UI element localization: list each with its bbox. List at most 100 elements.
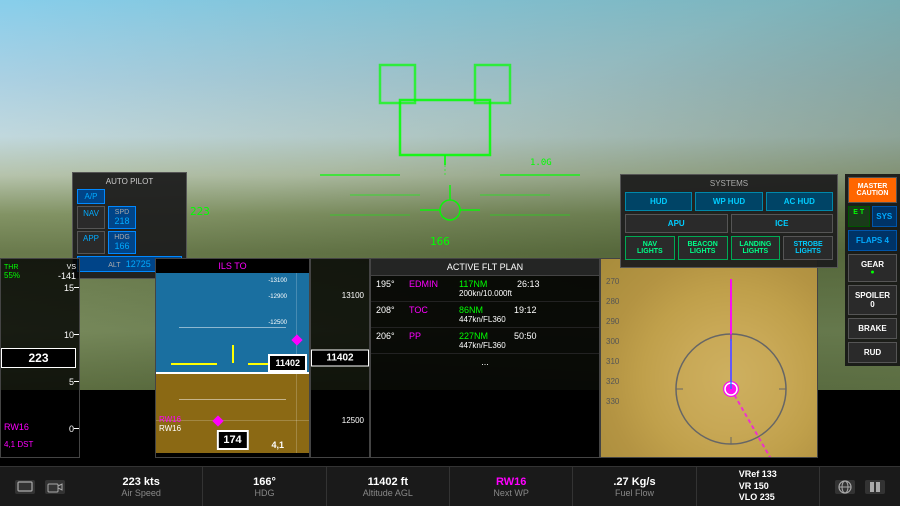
ai-alt-current: 11402: [268, 354, 307, 372]
flt-row-3: 206° PP 227NM 447kn/FL360 50:50: [371, 328, 599, 354]
hud-button[interactable]: HUD: [625, 192, 692, 211]
nextwp-stat: RW16 Next WP: [450, 467, 573, 506]
airspeed-value: 223 kts: [123, 476, 160, 488]
horizon-line: [156, 372, 309, 374]
attitude-indicator: ILS TO -13100 -12900 -12500 11402 174 RW…: [155, 258, 310, 458]
pitch-line-5: [179, 327, 286, 328]
camera-icon[interactable]: [45, 480, 65, 494]
flt-row-1: 195° EDMIN 117NM 200kn/10.000ft 26:13: [371, 276, 599, 302]
flt-wp-1: EDMIN: [409, 279, 454, 289]
fuelflow-label: Fuel Flow: [615, 488, 654, 498]
flt-speed-2: 447kn/FL360: [459, 315, 509, 324]
svg-text:270: 270: [606, 277, 620, 286]
dist-label: 4,1 DST: [4, 440, 33, 449]
spd-button[interactable]: SPD 218: [108, 206, 136, 229]
speed-mark-15: 15: [1, 283, 79, 293]
pause-icon[interactable]: [865, 480, 885, 494]
flt-time-1: 26:13: [517, 279, 540, 289]
hdg-button[interactable]: HDG 166: [108, 231, 136, 254]
flight-plan-panel: ACTIVE FLT PLAN 195° EDMIN 117NM 200kn/1…: [370, 258, 600, 458]
bottom-bar: 223 kts Air Speed 166° HDG 11402 ft Alti…: [0, 466, 900, 506]
map-background: 270 280 290 300 310 320 330: [601, 259, 817, 457]
sys-row-1: HUD WP HUD AC HUD: [625, 192, 833, 211]
flt-deg-2: 208°: [376, 305, 404, 315]
speed-mark-5: 5: [1, 377, 79, 387]
altitude-value: 11402 ft: [368, 476, 408, 488]
ai-speed-rw: RW16 RW16: [159, 415, 181, 433]
ai-wings-left: [171, 363, 217, 365]
landing-lights-button[interactable]: LANDING LIGHTS: [731, 236, 781, 260]
hdg-value: 166°: [253, 476, 276, 488]
map-svg: 270 280 290 300 310 320 330: [601, 259, 818, 458]
globe-icon[interactable]: [835, 480, 855, 494]
ai-hdg-current: 174: [216, 430, 248, 450]
flt-row-2: 208° TOC 86NM 447kn/FL360 19:12: [371, 302, 599, 328]
ai-nose: [232, 345, 234, 363]
display-icon[interactable]: [15, 480, 35, 494]
gear-button[interactable]: GEAR ●: [848, 254, 897, 282]
nextwp-value: RW16: [496, 476, 526, 488]
ap-button[interactable]: A/P: [77, 189, 105, 204]
alt-tape: 13100 12900 12500 11402: [310, 258, 370, 458]
speed-mark-10: 10: [1, 330, 79, 340]
spoiler-button[interactable]: SPOILER 0: [848, 285, 897, 315]
brake-button[interactable]: BRAKE: [848, 318, 897, 339]
systems-title: SYSTEMS: [625, 179, 833, 188]
svg-text:300: 300: [606, 337, 620, 346]
flt-time-3: 50:50: [514, 331, 537, 341]
apu-button[interactable]: APU: [625, 214, 728, 233]
fuelflow-value: .27 Kg/s: [613, 476, 655, 488]
flt-time-2: 19:12: [514, 305, 537, 315]
sys-row-2: APU ICE: [625, 214, 833, 233]
flt-dist-2: 86NM: [459, 305, 509, 315]
svg-text:290: 290: [606, 317, 620, 326]
sys-button[interactable]: SYS: [872, 206, 898, 227]
flt-speed-1: 200kn/10.000ft: [459, 289, 512, 298]
et-button[interactable]: E T: [848, 206, 870, 227]
nav-button[interactable]: NAV: [77, 206, 105, 229]
et-sys-group: E T SYS: [848, 206, 897, 227]
svg-text:330: 330: [606, 397, 620, 406]
flt-deg-1: 195°: [376, 279, 404, 289]
nextwp-label: Next WP: [493, 488, 529, 498]
ai-loc-dist: 4,1: [271, 440, 284, 450]
nav-lights-button[interactable]: NAV LIGHTS: [625, 236, 675, 260]
airspeed-stat: 223 kts Air Speed: [80, 467, 203, 506]
beacon-lights-button[interactable]: BEACON LIGHTS: [678, 236, 728, 260]
bottom-right-icons: [820, 480, 900, 494]
flt-dist-3: 227NM: [459, 331, 509, 341]
flt-dist-1: 117NM: [459, 279, 512, 289]
flt-dots: ...: [371, 354, 599, 370]
rud-button[interactable]: RUD: [848, 342, 897, 363]
systems-panel: SYSTEMS HUD WP HUD AC HUD APU ICE NAV LI…: [620, 174, 838, 268]
flt-plan-title: ACTIVE FLT PLAN: [371, 259, 599, 276]
alt-mark-3: 12500: [311, 416, 369, 425]
altitude-stat: 11402 ft Altitude AGL: [327, 467, 450, 506]
wp-hud-button[interactable]: WP HUD: [695, 192, 762, 211]
attitude-inner: -13100 -12900 -12500 11402 174 RW16 RW16…: [156, 273, 309, 453]
svg-text:320: 320: [606, 377, 620, 386]
alt-scale: -13100 -12900 -12500: [268, 278, 287, 326]
ac-hud-button[interactable]: AC HUD: [766, 192, 833, 211]
airspeed-label: Air Speed: [121, 488, 161, 498]
flt-wp-2: TOC: [409, 305, 454, 315]
strobe-lights-button[interactable]: STROBE LIGHTS: [783, 236, 833, 260]
rw-label: RW16: [4, 422, 29, 432]
flt-deg-3: 206°: [376, 331, 404, 341]
flaps-button[interactable]: FLAPS 4: [848, 230, 897, 251]
vref-value: VRef 133 VR 150 VLO 235: [739, 469, 777, 504]
svg-text:310: 310: [606, 357, 620, 366]
alt-current: 11402: [311, 350, 369, 367]
right-panel: MASTER CAUTION E T SYS FLAPS 4 GEAR ● SP…: [845, 174, 900, 366]
app-button[interactable]: APP: [77, 231, 105, 254]
vs-label: VS: [58, 264, 76, 271]
master-caution-button[interactable]: MASTER CAUTION: [848, 177, 897, 203]
svg-text:280: 280: [606, 297, 620, 306]
ice-button[interactable]: ICE: [731, 214, 834, 233]
pitch-line-neg5: [179, 399, 286, 400]
autopilot-title: AUTO PILOT: [77, 177, 182, 186]
sys-row-3: NAV LIGHTS BEACON LIGHTS LANDING LIGHTS …: [625, 236, 833, 260]
altitude-label: Altitude AGL: [363, 488, 413, 498]
speed-current: 223: [1, 348, 76, 368]
map-panel: 270 280 290 300 310 320 330: [600, 258, 818, 458]
